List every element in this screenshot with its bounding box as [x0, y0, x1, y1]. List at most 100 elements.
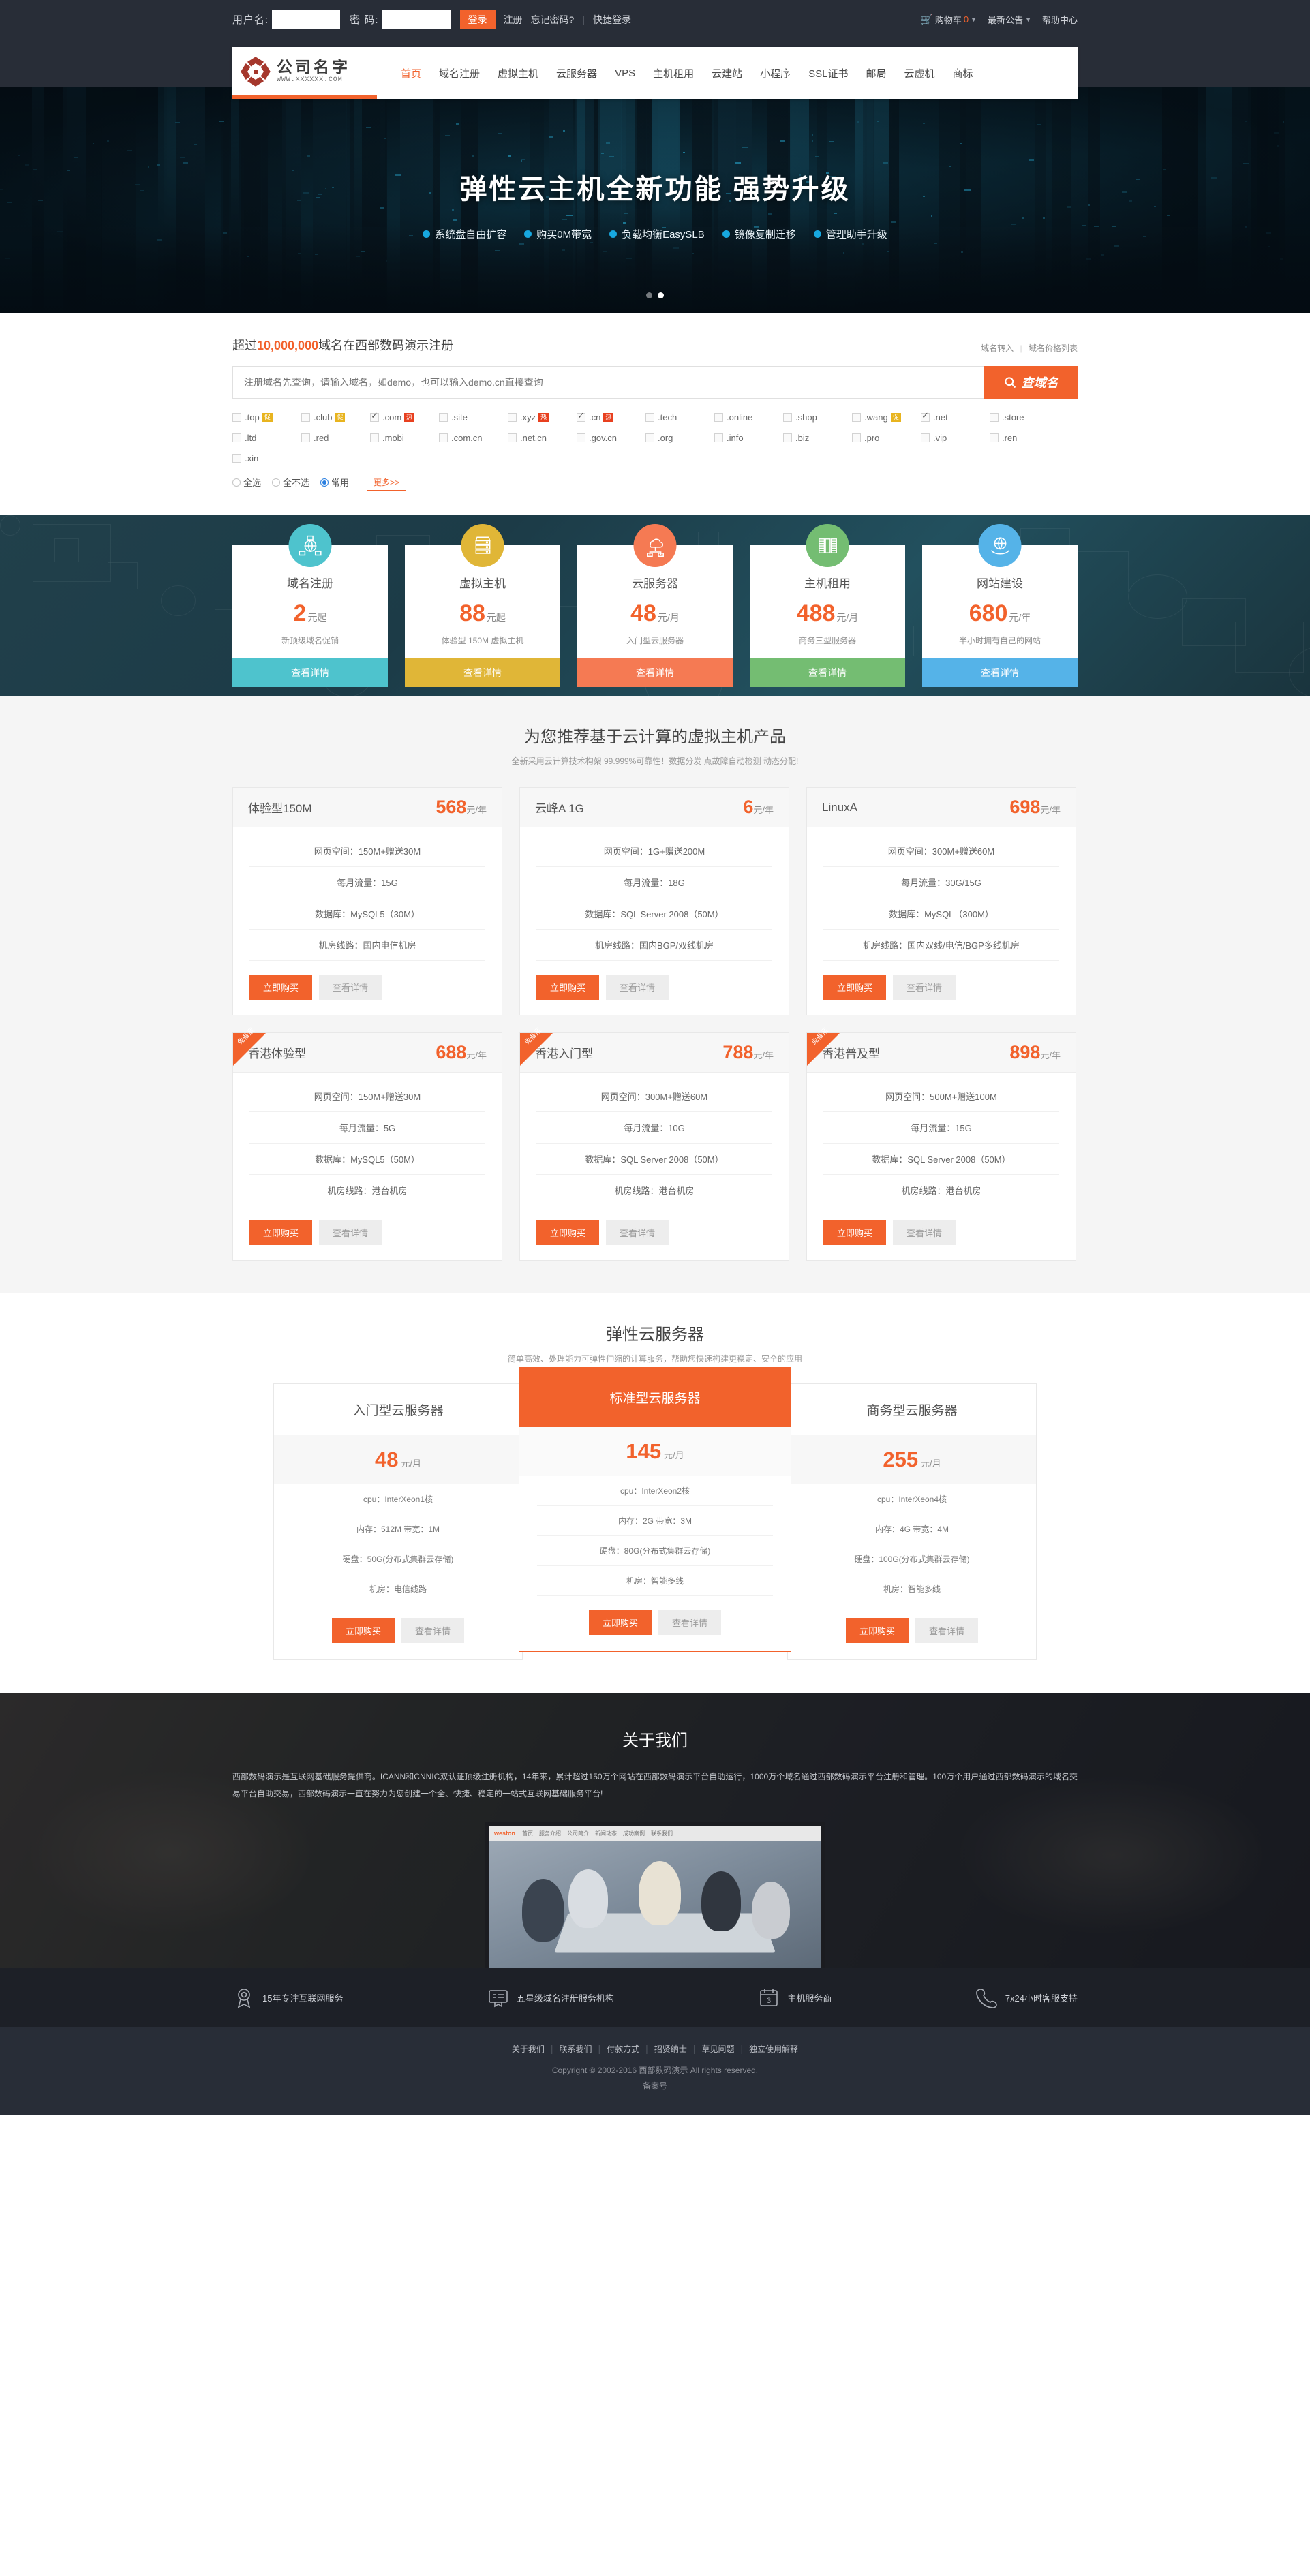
footer-link-3[interactable]: 招贤纳士: [654, 2044, 687, 2054]
tld-option-store[interactable]: .store: [990, 412, 1058, 423]
tld-option-pro[interactable]: .pro: [852, 433, 921, 443]
tld-option-netcn[interactable]: .net.cn: [508, 433, 577, 443]
cart-button[interactable]: 🛒 购物车 0 ▼: [920, 13, 977, 26]
domain-transfer-link[interactable]: 域名转入: [981, 343, 1014, 353]
view-detail-button[interactable]: 查看详情: [893, 975, 956, 1000]
username-input[interactable]: [272, 10, 341, 29]
tld-option-shop[interactable]: .shop: [783, 412, 852, 423]
buy-now-button[interactable]: 立即购买: [588, 1610, 652, 1635]
buy-now-button[interactable]: 立即购买: [845, 1618, 909, 1643]
product-card-3[interactable]: 主机租用 488 元/月 商务三型服务器 查看详情: [750, 524, 905, 687]
nav-item-9[interactable]: 邮局: [857, 66, 895, 80]
checkbox-icon[interactable]: [783, 413, 792, 422]
checkbox-icon[interactable]: [990, 433, 999, 442]
nav-item-1[interactable]: 域名注册: [430, 66, 489, 80]
tld-option-red[interactable]: .red: [301, 433, 370, 443]
checkbox-icon[interactable]: [714, 413, 723, 422]
radio-icon[interactable]: [272, 478, 281, 487]
nav-item-6[interactable]: 云建站: [703, 66, 751, 80]
view-detail-button[interactable]: 查看详情: [893, 1220, 956, 1245]
domain-pricelist-link[interactable]: 域名价格列表: [1029, 343, 1078, 353]
checkbox-icon[interactable]: [439, 433, 448, 442]
tld-option-top[interactable]: .top 促: [232, 412, 301, 423]
register-link[interactable]: 注册: [504, 13, 523, 27]
buy-now-button[interactable]: 立即购买: [536, 975, 600, 1000]
checkbox-icon[interactable]: [783, 433, 792, 442]
footer-link-4[interactable]: 草见问题: [701, 2044, 734, 2054]
buy-now-button[interactable]: 立即购买: [536, 1220, 600, 1245]
buy-now-button[interactable]: 立即购买: [823, 1220, 887, 1245]
footer-link-2[interactable]: 付款方式: [607, 2044, 639, 2054]
tld-option-vip[interactable]: .vip: [921, 433, 990, 443]
view-detail-button[interactable]: 查看详情: [915, 1618, 979, 1643]
product-card-1[interactable]: 虚拟主机 88 元起 体验型 150M 虚拟主机 查看详情: [405, 524, 560, 687]
product-card-cta[interactable]: 查看详情: [922, 658, 1078, 687]
product-card-cta[interactable]: 查看详情: [750, 658, 905, 687]
checkbox-icon[interactable]: [577, 433, 585, 442]
tld-option-club[interactable]: .club 促: [301, 412, 370, 423]
view-detail-button[interactable]: 查看详情: [606, 1220, 669, 1245]
tld-radio-0[interactable]: 全选: [232, 476, 261, 489]
login-button[interactable]: 登录: [459, 10, 496, 29]
checkbox-icon[interactable]: [577, 410, 585, 422]
checkbox-icon[interactable]: [852, 433, 861, 442]
product-card-0[interactable]: 域名注册 2 元起 新顶级域名促销 查看详情: [232, 524, 388, 687]
footer-link-5[interactable]: 独立使用解释: [749, 2044, 798, 2054]
tld-select-options[interactable]: 全选 全不选 常用 更多>>: [232, 474, 1078, 491]
notice-menu[interactable]: 最新公告 ▼: [988, 13, 1031, 26]
tld-radio-2[interactable]: 常用: [320, 476, 349, 489]
nav-item-11[interactable]: 商标: [944, 66, 982, 80]
checkbox-icon[interactable]: [990, 413, 999, 422]
footer-links[interactable]: 关于我们 | 联系我们 | 付款方式 | 招贤纳士 | 草见问题 | 独立使用解释: [0, 2043, 1310, 2055]
tld-option-info[interactable]: .info: [714, 433, 783, 443]
tld-option-cn[interactable]: .cn 热: [577, 410, 645, 423]
nav-item-10[interactable]: 云虚机: [896, 66, 944, 80]
checkbox-icon[interactable]: [645, 433, 654, 442]
product-card-cta[interactable]: 查看详情: [577, 658, 733, 687]
checkbox-icon[interactable]: [852, 413, 861, 422]
nav-item-8[interactable]: SSL证书: [799, 66, 857, 80]
footer-link-1[interactable]: 联系我们: [560, 2044, 592, 2054]
checkbox-icon[interactable]: [714, 433, 723, 442]
checkbox-icon[interactable]: [439, 413, 448, 422]
tld-option-xyz[interactable]: .xyz 热: [508, 412, 577, 423]
checkbox-icon[interactable]: [301, 413, 310, 422]
product-card-4[interactable]: 网站建设 680 元/年 半小时拥有自己的网站 查看详情: [922, 524, 1078, 687]
product-card-cta[interactable]: 查看详情: [232, 658, 388, 687]
checkbox-icon[interactable]: [921, 410, 930, 422]
quick-login-link[interactable]: 快捷登录: [593, 13, 631, 27]
domain-search-input[interactable]: [232, 366, 984, 399]
tld-option-ren[interactable]: .ren: [990, 433, 1058, 443]
buy-now-button[interactable]: 立即购买: [823, 975, 887, 1000]
tld-option-mobi[interactable]: .mobi: [370, 433, 439, 443]
carousel-dot-1[interactable]: [658, 292, 664, 298]
view-detail-button[interactable]: 查看详情: [401, 1618, 465, 1643]
tld-option-biz[interactable]: .biz: [783, 433, 852, 443]
nav-item-5[interactable]: 主机租用: [644, 66, 703, 80]
carousel-dot-0[interactable]: [646, 292, 652, 298]
checkbox-icon[interactable]: [232, 454, 241, 463]
password-input[interactable]: [382, 10, 451, 29]
radio-icon[interactable]: [232, 478, 241, 487]
checkbox-icon[interactable]: [370, 410, 379, 422]
main-navigation[interactable]: 首页 域名注册 虚拟主机 云服务器 VPS 主机租用 云建站 小程序 SSL证书 邮局 云虚机 商标: [377, 47, 1078, 99]
checkbox-icon[interactable]: [370, 433, 379, 442]
forgot-password-link[interactable]: 忘记密码?: [531, 13, 575, 27]
checkbox-icon[interactable]: [232, 413, 241, 422]
tld-option-comcn[interactable]: .com.cn: [439, 433, 508, 443]
tld-option-org[interactable]: .org: [645, 433, 714, 443]
buy-now-button[interactable]: 立即购买: [331, 1618, 395, 1643]
tld-option-online[interactable]: .online: [714, 412, 783, 423]
product-card-2[interactable]: 云服务器 48 元/月 入门型云服务器 查看详情: [577, 524, 733, 687]
tld-option-ltd[interactable]: .ltd: [232, 433, 301, 443]
tld-option-tech[interactable]: .tech: [645, 412, 714, 423]
nav-item-2[interactable]: 虚拟主机: [489, 66, 547, 80]
nav-item-3[interactable]: 云服务器: [547, 66, 606, 80]
domain-search-button[interactable]: 查域名: [984, 366, 1078, 399]
checkbox-icon[interactable]: [301, 433, 310, 442]
nav-item-7[interactable]: 小程序: [751, 66, 799, 80]
tld-option-govcn[interactable]: .gov.cn: [577, 433, 645, 443]
product-card-cta[interactable]: 查看详情: [405, 658, 560, 687]
buy-now-button[interactable]: 立即购买: [249, 975, 313, 1000]
view-detail-button[interactable]: 查看详情: [319, 1220, 382, 1245]
